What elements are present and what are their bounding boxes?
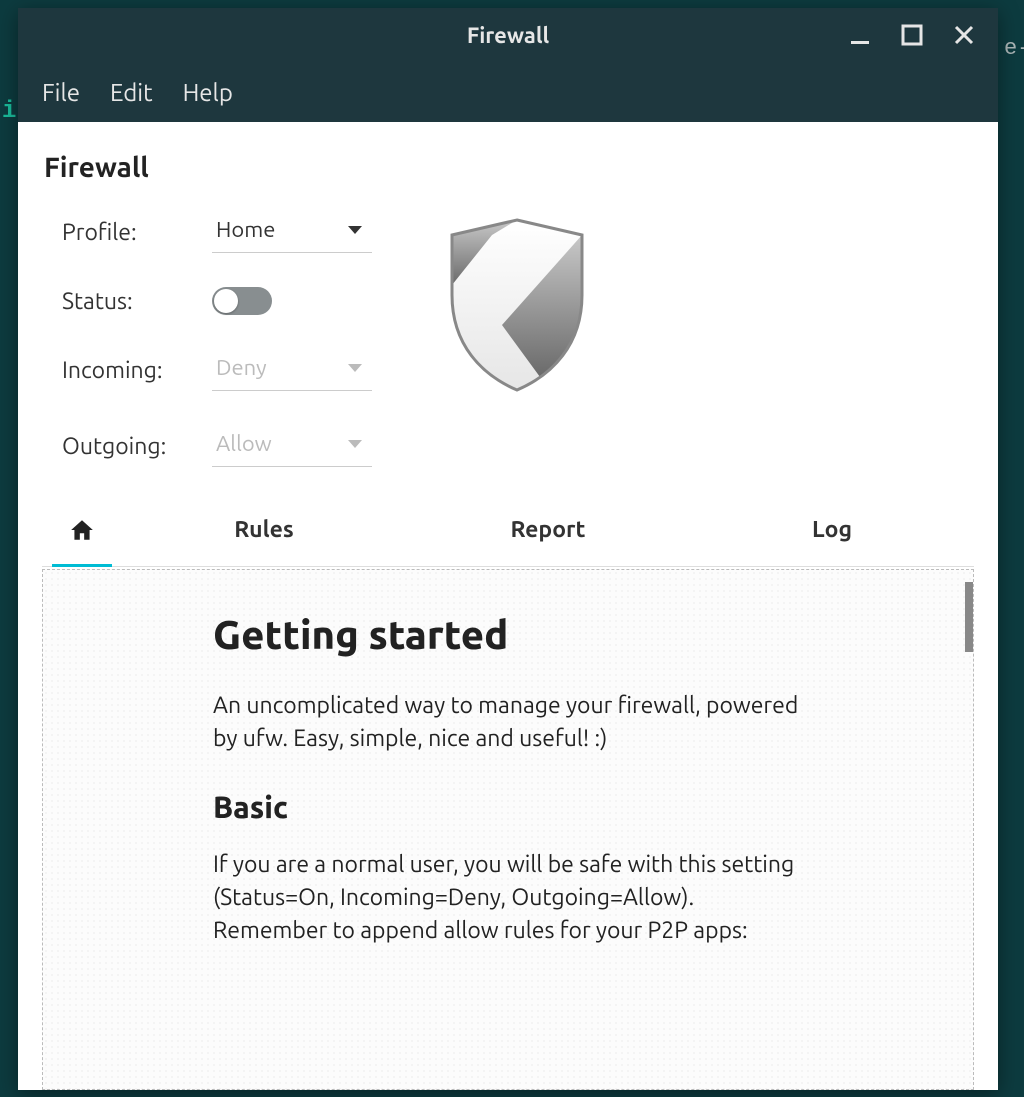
doc-paragraph-basic: If you are a normal user, you will be sa… bbox=[213, 848, 813, 948]
background-terminal-prompt: i bbox=[2, 98, 16, 125]
window-title: Firewall bbox=[467, 23, 549, 48]
profile-dropdown[interactable]: Home bbox=[212, 211, 372, 253]
settings-grid: Profile: Home Status: Incoming: Deny Out… bbox=[62, 211, 372, 467]
chevron-down-icon bbox=[348, 440, 362, 448]
toggle-knob bbox=[214, 289, 238, 313]
settings-area: Profile: Home Status: Incoming: Deny Out… bbox=[42, 211, 974, 467]
titlebar: Firewall bbox=[18, 8, 998, 62]
doc-heading: Getting started bbox=[213, 612, 905, 657]
doc-paragraph-intro: An uncomplicated way to manage your fire… bbox=[213, 689, 813, 756]
home-icon bbox=[69, 517, 95, 548]
documentation-pane: Getting started An uncomplicated way to … bbox=[42, 569, 974, 1090]
menu-help[interactable]: Help bbox=[183, 79, 233, 106]
chevron-down-icon bbox=[348, 364, 362, 372]
content-area: Firewall Profile: Home Status: Incoming:… bbox=[18, 122, 998, 1090]
minimize-button[interactable] bbox=[848, 23, 872, 47]
scrollbar-thumb[interactable] bbox=[965, 582, 973, 652]
tabs: Rules Report Log bbox=[42, 503, 974, 567]
tab-log[interactable]: Log bbox=[690, 503, 974, 566]
status-toggle[interactable] bbox=[212, 287, 272, 315]
shield-icon bbox=[432, 211, 602, 467]
page-title: Firewall bbox=[42, 152, 974, 183]
profile-value: Home bbox=[216, 217, 275, 242]
outgoing-dropdown[interactable]: Allow bbox=[212, 425, 372, 467]
chevron-down-icon bbox=[348, 226, 362, 234]
close-button[interactable] bbox=[952, 23, 976, 47]
documentation-scroll[interactable]: Getting started An uncomplicated way to … bbox=[43, 570, 965, 1089]
tab-home[interactable] bbox=[42, 503, 122, 566]
background-terminal-fragment: e- bbox=[1004, 36, 1024, 61]
window-controls bbox=[848, 23, 998, 47]
menu-file[interactable]: File bbox=[42, 79, 80, 106]
outgoing-label: Outgoing: bbox=[62, 434, 212, 459]
incoming-dropdown[interactable]: Deny bbox=[212, 349, 372, 391]
status-label: Status: bbox=[62, 289, 212, 314]
menubar: File Edit Help bbox=[18, 62, 998, 122]
outgoing-value: Allow bbox=[216, 431, 272, 456]
maximize-button[interactable] bbox=[900, 23, 924, 47]
incoming-label: Incoming: bbox=[62, 358, 212, 383]
doc-subheading-basic: Basic bbox=[213, 790, 905, 824]
tab-rules[interactable]: Rules bbox=[122, 503, 406, 566]
menu-edit[interactable]: Edit bbox=[110, 79, 153, 106]
incoming-value: Deny bbox=[216, 355, 267, 380]
profile-label: Profile: bbox=[62, 220, 212, 245]
tab-report[interactable]: Report bbox=[406, 503, 690, 566]
firewall-window: Firewall File Edit Help Firewall Profile… bbox=[18, 8, 998, 1090]
